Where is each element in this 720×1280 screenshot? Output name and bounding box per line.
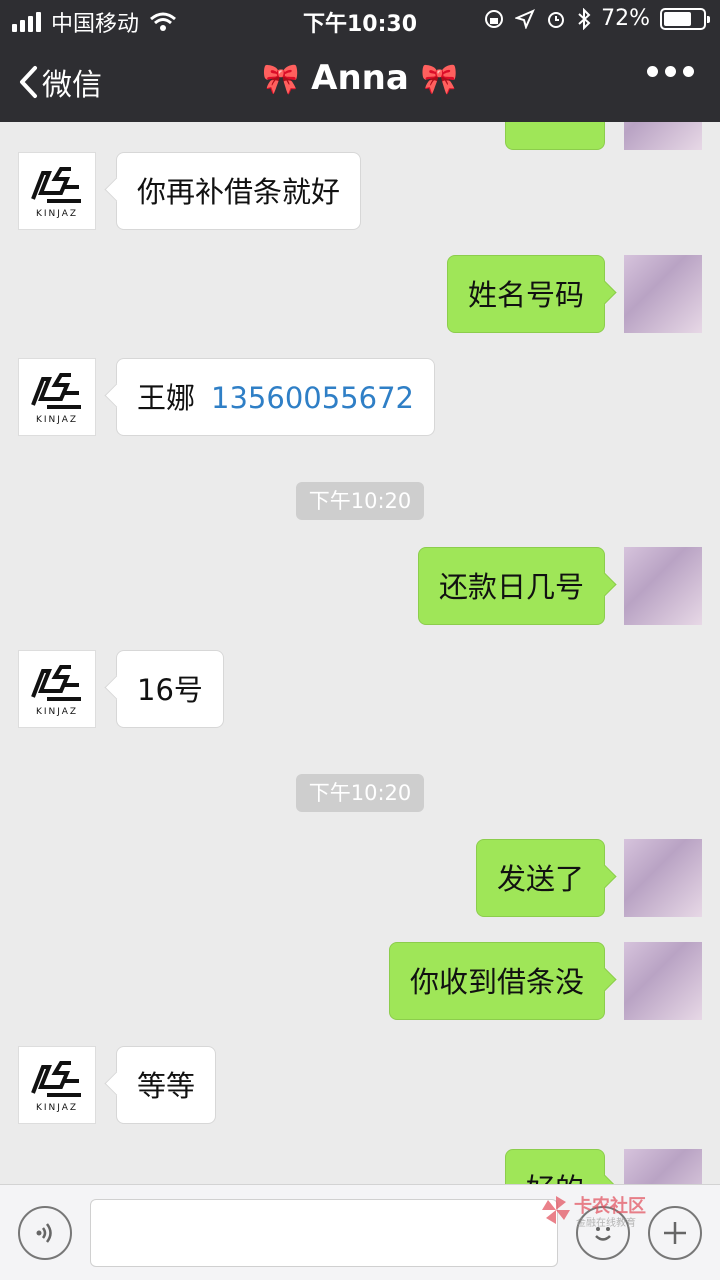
contact-name: Anna [311, 58, 409, 98]
battery-icon [660, 7, 710, 30]
watermark-subtitle: 金融在线教育 [576, 1218, 636, 1229]
my-avatar[interactable] [624, 255, 702, 333]
timestamp: 下午10:20 [296, 482, 424, 520]
message-text: 姓名号码 [467, 278, 584, 312]
message-input[interactable] [90, 1199, 558, 1267]
my-avatar[interactable] [624, 547, 702, 625]
chat-title: 🎀 Anna 🎀 [0, 58, 720, 98]
battery-percent: 72% [601, 6, 650, 31]
message-text: 你收到借条没 [409, 965, 584, 999]
voice-icon [36, 1223, 52, 1243]
alarm-icon [548, 11, 565, 28]
chat-area[interactable]: KINJAZ 你再补借条就好 姓名号码 KINJAZ 王娜 13560055672… [0, 122, 720, 1184]
kinjaz-logo-icon [31, 373, 81, 409]
my-avatar[interactable] [624, 942, 702, 1020]
message-text: 你再补借条就好 [137, 175, 341, 209]
status-bar: 中国移动 下午10:30 72% [0, 0, 720, 40]
contact-avatar[interactable]: KINJAZ [18, 358, 96, 436]
nav-bar: 微信 🎀 Anna 🎀 [0, 40, 720, 122]
brand-label: KINJAZ [35, 1103, 79, 1113]
my-avatar[interactable] [624, 839, 702, 917]
kinjaz-logo-icon [31, 1061, 81, 1097]
contact-avatar[interactable]: KINJAZ [18, 1046, 96, 1124]
phone-link[interactable]: 13560055672 [211, 381, 414, 415]
rotation-lock-icon [485, 9, 504, 28]
message-in[interactable]: 你再补借条就好 [116, 152, 362, 230]
message-out[interactable]: 还款日几号 [417, 547, 605, 625]
contact-avatar[interactable]: KINJAZ [18, 650, 96, 728]
watermark: 卡农社区 金融在线教育 [540, 1192, 670, 1232]
battery-fill [664, 11, 692, 26]
message-out[interactable]: 姓名号码 [446, 255, 605, 333]
kinjaz-logo-icon [31, 167, 81, 203]
brand-label: KINJAZ [35, 415, 79, 425]
timestamp: 下午10:20 [296, 774, 424, 812]
message-in[interactable]: 16号 [116, 650, 224, 728]
message-out[interactable]: 你收到借条没 [388, 942, 605, 1020]
message-text: 16号 [137, 673, 203, 707]
message-in[interactable]: 王娜 13560055672 [116, 358, 435, 436]
my-avatar[interactable] [624, 122, 702, 150]
message-out[interactable]: 发送了 [475, 839, 605, 917]
kinjaz-logo-icon [31, 665, 81, 701]
message-text: 等等 [137, 1069, 196, 1103]
message-in[interactable]: 等等 [116, 1046, 217, 1124]
brand-label: KINJAZ [35, 707, 79, 717]
contact-avatar[interactable]: KINJAZ [18, 152, 96, 230]
message-text: 王娜 [137, 381, 196, 415]
message-bubble-partial[interactable] [505, 122, 605, 150]
message-text: 还款日几号 [438, 570, 584, 604]
brand-label: KINJAZ [35, 209, 79, 219]
message-out[interactable]: 好的 [504, 1149, 605, 1184]
my-avatar[interactable] [624, 1149, 702, 1184]
pinwheel-logo-icon [542, 1196, 570, 1224]
message-text: 好的 [526, 1172, 584, 1184]
bow-icon: 🎀 [420, 62, 459, 97]
message-text: 发送了 [496, 862, 584, 896]
more-button[interactable] [647, 66, 694, 77]
location-icon [515, 8, 536, 29]
voice-button[interactable] [18, 1206, 72, 1260]
bow-icon: 🎀 [261, 62, 300, 97]
bluetooth-icon [578, 7, 591, 30]
top-bar: 中国移动 下午10:30 72% 微信 🎀 Anna 🎀 [0, 0, 720, 122]
